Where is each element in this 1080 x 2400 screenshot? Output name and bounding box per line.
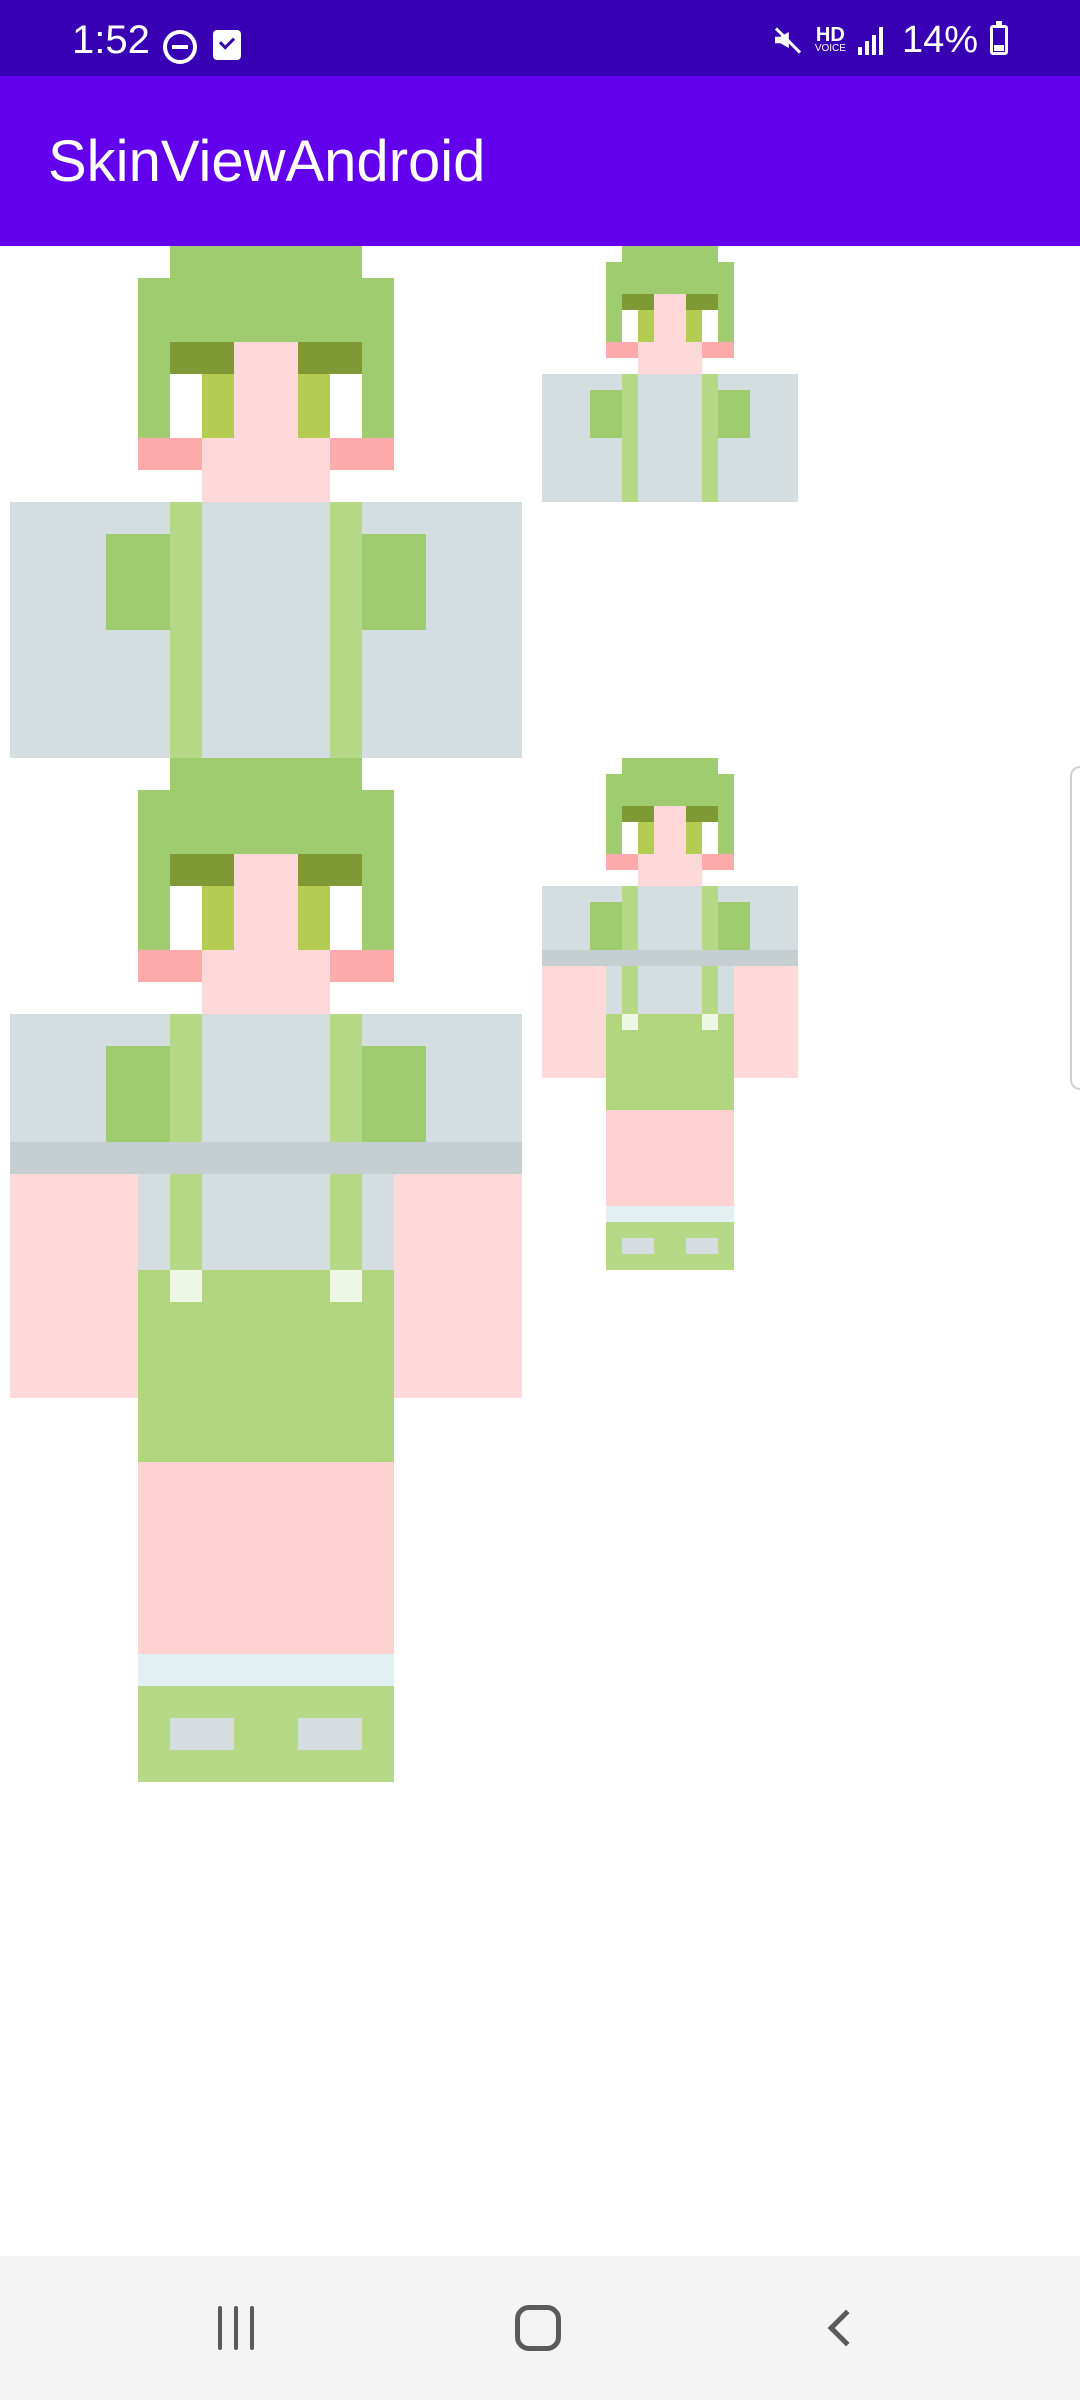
navigation-bar: [0, 2256, 1080, 2400]
recents-button[interactable]: [176, 2284, 296, 2372]
skin-shirt: [542, 374, 798, 502]
skin-suspender-left: [622, 374, 638, 502]
skin-shoe-detail-left: [622, 1238, 654, 1254]
skin-hair-lock-right: [718, 902, 750, 950]
skin-brow-right: [686, 294, 718, 310]
skin-button-left: [622, 1014, 638, 1030]
back-icon: [827, 2309, 865, 2347]
task-check-icon: [213, 30, 241, 60]
skin-button-right: [330, 1270, 362, 1302]
skin-upper: [542, 246, 798, 502]
skin-upper: [10, 246, 522, 758]
status-indicators: HD VOICE 14%: [771, 18, 1008, 62]
skin-hair-lock-right: [718, 390, 750, 438]
skin-view-full-large: [10, 758, 522, 1782]
skin-blush-left: [606, 342, 638, 358]
skin-blush-right: [702, 854, 734, 870]
skin-hair-lock-right: [362, 534, 426, 630]
skin-sock-band: [138, 1654, 394, 1686]
skin-view-upper-small: [542, 246, 798, 502]
home-icon: [515, 2305, 561, 2351]
skin-eye-right: [330, 374, 362, 438]
skin-iris-right: [298, 374, 330, 438]
skin-iris-left: [638, 310, 654, 342]
home-button[interactable]: [478, 2284, 598, 2372]
skin-full: [542, 758, 798, 1270]
skin-shirt: [10, 502, 522, 758]
hd-voice-icon: HD VOICE: [814, 24, 846, 54]
skin-eye-left: [622, 822, 638, 854]
skin-iris-right: [298, 886, 330, 950]
skin-brow-right: [686, 806, 718, 822]
content-area: [0, 246, 1080, 2256]
skin-iris-right: [686, 310, 702, 342]
battery-percent: 14%: [901, 18, 978, 61]
skin-hair-lock-left: [106, 1046, 170, 1142]
skin-sleeve-edge: [542, 950, 798, 966]
skin-arm-right: [394, 1142, 522, 1398]
skin-shoe-detail-right: [298, 1718, 362, 1750]
skin-iris-left: [202, 374, 234, 438]
skin-shoe-detail-right: [686, 1238, 718, 1254]
skin-eye-right: [702, 822, 718, 854]
skin-blush-right: [330, 950, 394, 982]
do-not-disturb-icon: [163, 30, 197, 64]
app-bar: SkinViewAndroid: [0, 76, 1080, 246]
skin-blush-left: [606, 854, 638, 870]
skin-arm-left: [542, 950, 606, 1078]
skin-hair-lock-right: [362, 1046, 426, 1142]
back-button[interactable]: [780, 2284, 900, 2372]
skin-iris-left: [638, 822, 654, 854]
app-title: SkinViewAndroid: [48, 129, 486, 194]
skin-brow-left: [170, 854, 234, 886]
skin-sleeve-edge: [10, 1142, 522, 1174]
skin-eye-left: [170, 886, 202, 950]
skin-button-right: [702, 1014, 718, 1030]
status-bar: 1:52 HD VOICE 14%: [0, 0, 1080, 76]
skin-blush-left: [138, 950, 202, 982]
skin-sock-band: [606, 1206, 734, 1222]
skin-legs: [606, 1110, 734, 1206]
skin-blush-right: [330, 438, 394, 470]
mute-icon: [771, 24, 803, 56]
edge-panel-handle[interactable]: [1070, 766, 1080, 1090]
skin-brow-left: [622, 806, 654, 822]
skin-button-left: [170, 1270, 202, 1302]
skin-brow-right: [298, 854, 362, 886]
skin-brow-right: [298, 342, 362, 374]
skin-hair-lock-left: [590, 902, 622, 950]
skin-blush-right: [702, 342, 734, 358]
skin-view-full-small: [542, 758, 798, 1270]
status-time: 1:52: [72, 18, 150, 62]
skin-hair-lock-left: [590, 390, 622, 438]
skin-shoe-detail-left: [170, 1718, 234, 1750]
battery-charging-icon: [990, 21, 1008, 55]
skin-suspender-right: [330, 502, 362, 758]
skin-eye-left: [170, 374, 202, 438]
skin-legs: [138, 1462, 394, 1654]
skin-brow-left: [622, 294, 654, 310]
skin-brow-left: [170, 342, 234, 374]
skin-hair-lock-left: [106, 534, 170, 630]
skin-view-upper-large: [10, 246, 522, 758]
skin-eye-right: [330, 886, 362, 950]
skin-arm-right: [734, 950, 798, 1078]
recents-icon: [218, 2306, 254, 2350]
skin-iris-left: [202, 886, 234, 950]
skin-full: [10, 758, 522, 1782]
skin-iris-right: [686, 822, 702, 854]
signal-icon: [857, 25, 890, 55]
skin-arm-left: [10, 1142, 138, 1398]
skin-eye-left: [622, 310, 638, 342]
skin-suspender-right: [702, 374, 718, 502]
skin-eye-right: [702, 310, 718, 342]
skin-suspender-left: [170, 502, 202, 758]
skin-blush-left: [138, 438, 202, 470]
